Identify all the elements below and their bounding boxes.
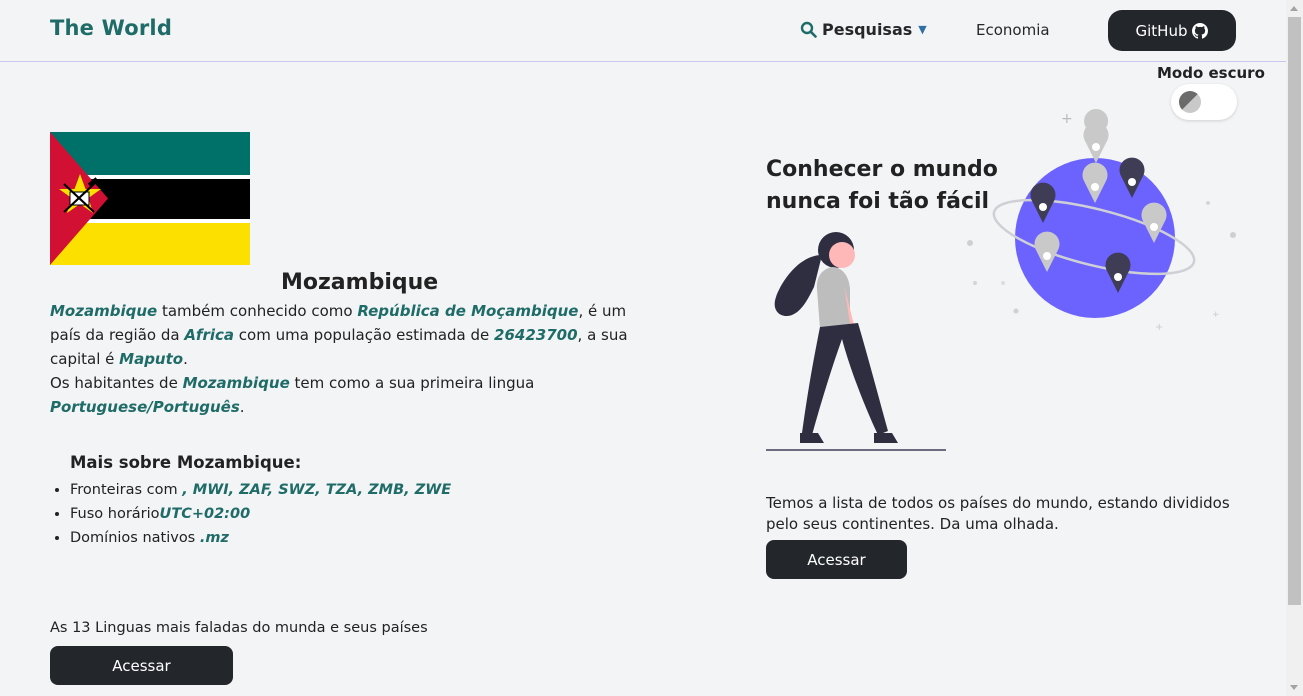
github-button-label: GitHub [1135, 21, 1188, 40]
svg-text:+: + [1061, 111, 1073, 127]
country-name-link[interactable]: Mozambique [50, 302, 157, 320]
svg-text:+: + [1212, 310, 1220, 320]
list-item-timezone: Fuso horárioUTC+02:00 [70, 502, 451, 526]
timezone-value: UTC+02:00 [159, 506, 251, 522]
countries-access-button[interactable]: Acessar [766, 540, 907, 579]
scroll-up-icon[interactable] [1290, 6, 1298, 11]
more-about-list: Fronteiras com , MWI, ZAF, SWZ, TZA, ZMB… [50, 478, 451, 550]
mozambique-flag [50, 132, 250, 265]
nav-search-dropdown[interactable]: Pesquisas ▼ [800, 20, 927, 39]
languages-text: As 13 Linguas mais faladas do munda e se… [50, 620, 428, 636]
languages-access-button[interactable]: Acessar [50, 646, 233, 685]
more-about-heading: Mais sobre Mozambique: [70, 453, 302, 472]
domain-value: .mz [199, 530, 229, 546]
country-name-heading: Mozambique [281, 270, 439, 295]
hero-title: Conhecer o mundo nunca foi tão fácil [766, 157, 998, 214]
official-name-link[interactable]: República de Moçambique [357, 302, 578, 320]
list-item-domain: Domínios nativos .mz [70, 526, 451, 550]
capital-link[interactable]: Maputo [119, 350, 183, 368]
brand-logo[interactable]: The World [50, 16, 172, 40]
scrollbar-thumb[interactable] [1288, 17, 1301, 605]
svg-text:+: + [1155, 322, 1163, 333]
dark-mode-label: Modo escuro [1157, 64, 1265, 82]
caret-down-icon: ▼ [918, 23, 927, 36]
vertical-scrollbar[interactable] [1286, 0, 1303, 696]
scroll-down-icon[interactable] [1290, 685, 1298, 690]
github-icon [1192, 22, 1209, 39]
search-icon [800, 21, 817, 38]
hero-description: Temos a lista de todos os países do mund… [766, 494, 1230, 533]
region-link[interactable]: Africa [184, 326, 234, 344]
language-link[interactable]: Portuguese/Português [50, 398, 240, 416]
nav-search-label: Pesquisas [822, 20, 913, 39]
borders-links[interactable]: , MWI, ZAF, SWZ, TZA, ZMB, ZWE [182, 482, 451, 498]
top-navbar: The World Pesquisas ▼ Economia GitHub [0, 0, 1286, 62]
country-description: Mozambique também conhecido como Repúbli… [50, 302, 628, 416]
github-button[interactable]: GitHub [1108, 10, 1236, 51]
nav-economy-link[interactable]: Economia [976, 21, 1050, 39]
country-name-link-2[interactable]: Mozambique [183, 374, 290, 392]
list-item-borders: Fronteiras com , MWI, ZAF, SWZ, TZA, ZMB… [70, 478, 451, 502]
population-value: 26423700 [494, 326, 578, 344]
